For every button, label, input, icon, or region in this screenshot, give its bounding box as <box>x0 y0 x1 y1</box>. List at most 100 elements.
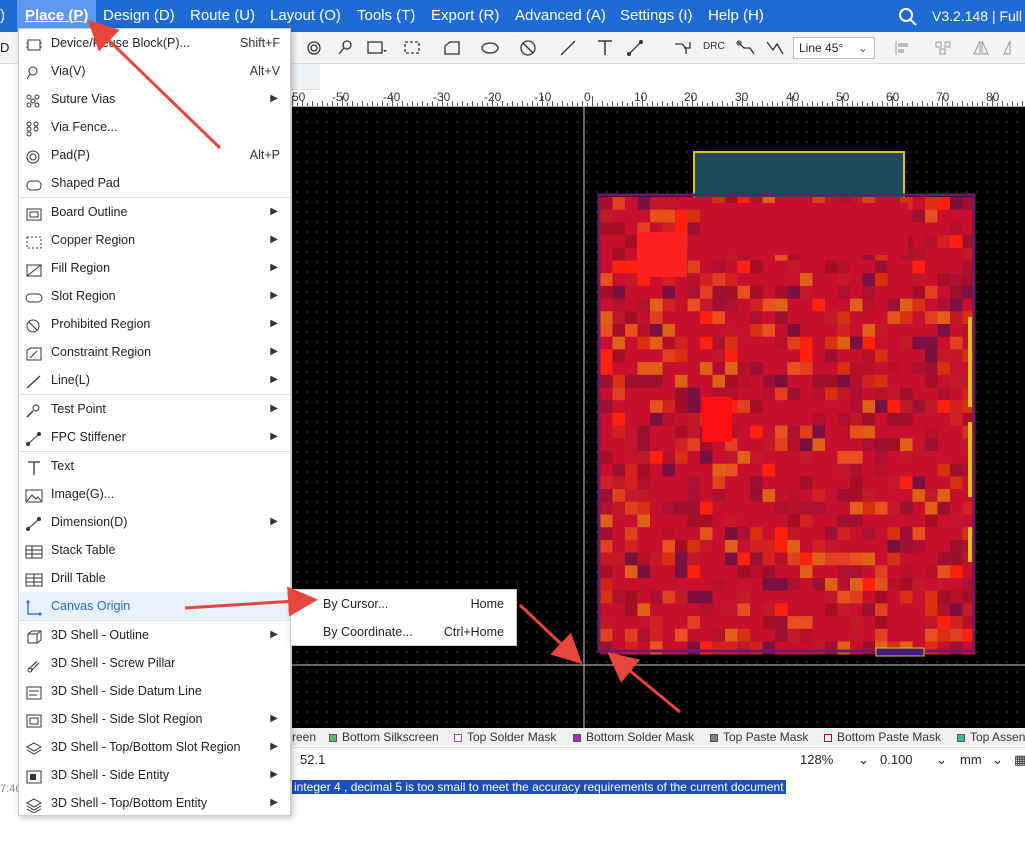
stretch-tool-icon[interactable] <box>764 38 786 58</box>
board-cell <box>650 603 663 617</box>
board-cell <box>875 425 888 439</box>
menu-export[interactable]: Export (R) <box>431 0 499 32</box>
board-cell <box>775 362 788 376</box>
board-cell <box>925 616 938 630</box>
grid-toggle-icon[interactable]: ▦ <box>1014 751 1025 769</box>
menu-advanced[interactable]: Advanced (A) <box>515 0 606 32</box>
side-entity-icon <box>25 767 43 784</box>
rect-tool-icon[interactable] <box>365 38 387 58</box>
menu-settings[interactable]: Settings (I) <box>620 0 693 32</box>
menu-item-topbottom-slot-region[interactable]: 3D Shell - Top/Bottom Slot Region ▶ <box>19 733 290 761</box>
menu-item-fill-region[interactable]: Fill Region ▶ <box>19 254 290 282</box>
board-cell <box>850 463 863 477</box>
submenu-by-cursor[interactable]: By Cursor... Home <box>291 590 516 618</box>
board-cell <box>712 298 726 312</box>
pin-tool-icon[interactable] <box>334 38 356 58</box>
align-tool-icon[interactable] <box>893 38 915 58</box>
dashed-rect-tool-icon[interactable] <box>402 38 424 58</box>
menu-item-shaped-pad[interactable]: Shaped Pad <box>19 169 290 197</box>
drc-button[interactable]: DRC <box>703 41 725 52</box>
ruler-tick <box>472 101 473 106</box>
ruler-tick <box>352 101 353 106</box>
board-cell <box>600 387 613 401</box>
board-cell <box>625 489 638 503</box>
board-cell <box>800 603 813 617</box>
log-message[interactable]: integer 4 , decimal 5 is too small to me… <box>292 780 786 794</box>
board-cell <box>912 527 926 541</box>
menu-item-shell-outline[interactable]: 3D Shell - Outline ▶ <box>19 621 290 649</box>
board-cell <box>937 349 951 363</box>
menu-item-prohibited-region[interactable]: Prohibited Region ▶ <box>19 310 290 338</box>
board-cell <box>625 501 638 515</box>
mirror-tool-icon[interactable] <box>970 38 992 58</box>
menu-item-side-entity[interactable]: 3D Shell - Side Entity ▶ <box>19 761 290 789</box>
menu-item-dimension[interactable]: Dimension(D) ▶ <box>19 508 290 536</box>
board-cell <box>837 628 851 642</box>
board-cell <box>825 260 838 274</box>
route-tool-icon[interactable] <box>672 38 694 58</box>
menu-item-image[interactable]: Image(G)... <box>19 480 290 508</box>
menu-item-constraint-region[interactable]: Constraint Region ▶ <box>19 338 290 366</box>
board-cell <box>937 552 951 566</box>
layer-item[interactable]: Top Paste Mask <box>710 730 808 744</box>
menu-item-side-slot-region[interactable]: 3D Shell - Side Slot Region ▶ <box>19 705 290 733</box>
layer-swatch <box>824 733 832 742</box>
menu-item-screw-pillar[interactable]: 3D Shell - Screw Pillar <box>19 649 290 677</box>
submenu-by-coordinate[interactable]: By Coordinate... Ctrl+Home <box>291 618 516 646</box>
layer-item[interactable]: Bottom Silkscreen <box>329 730 439 744</box>
arc-tool-icon[interactable] <box>303 38 325 58</box>
menu-item-via[interactable]: Via(V) Alt+V <box>19 57 290 85</box>
menu-item-device[interactable]: Device/Reuse Block(P)... Shift+F <box>19 29 290 57</box>
menu-item-board-outline[interactable]: Board Outline ▶ <box>19 198 290 226</box>
board-cell <box>625 349 638 363</box>
menu-item-fpc-stiffener[interactable]: FPC Stiffener ▶ <box>19 423 290 451</box>
flip-tool-icon[interactable] <box>1000 38 1022 58</box>
menu-item-drill-table[interactable]: Drill Table <box>19 564 290 592</box>
menu-prev-clipped[interactable]: ) <box>0 0 5 32</box>
polygon-tool-icon[interactable] <box>442 38 464 58</box>
board-cell <box>812 387 826 401</box>
menu-item-canvas-origin[interactable]: Canvas Origin <box>19 592 290 620</box>
coordinate-readout: 52.1 <box>300 752 326 767</box>
layer-item[interactable]: Bottom Solder Mask <box>573 730 694 744</box>
layer-item[interactable]: reen <box>292 730 316 744</box>
board-cell <box>950 285 963 299</box>
menu-item-suture-vias[interactable]: Suture Vias ▶ <box>19 85 290 113</box>
ellipse-tool-icon[interactable] <box>480 38 502 58</box>
text-tool-icon[interactable] <box>594 38 616 58</box>
grid-size-select[interactable]: 0.100 ⌄ <box>880 751 950 769</box>
menu-item-label: Prohibited Region <box>51 317 151 331</box>
zoom-select[interactable]: 128% ⌄ <box>800 751 870 769</box>
toolbar-clipped-label: D <box>0 40 10 55</box>
board-cell <box>900 552 913 566</box>
line-mode-select[interactable]: Line 45° ⌄ <box>793 37 875 59</box>
layer-item[interactable]: Bottom Paste Mask <box>824 730 941 744</box>
unit-select[interactable]: mm ⌄ <box>960 751 1010 769</box>
submenu-arrow-icon: ▶ <box>270 206 278 217</box>
menu-item-pad[interactable]: Pad(P) Alt+P <box>19 141 290 169</box>
menu-help[interactable]: Help (H) <box>708 0 764 32</box>
menu-item-stack-table[interactable]: Stack Table <box>19 536 290 564</box>
board-cell <box>662 336 676 350</box>
menu-item-side-datum-line[interactable]: 3D Shell - Side Datum Line <box>19 677 290 705</box>
menu-item-copper-region[interactable]: Copper Region ▶ <box>19 226 290 254</box>
menu-item-text[interactable]: Text <box>19 452 290 480</box>
search-icon[interactable] <box>898 7 918 27</box>
layer-bar: reen Bottom Silkscreen Top Solder Mask B… <box>292 728 1025 746</box>
dimension-tool-icon[interactable] <box>625 38 647 58</box>
ruler-tick <box>372 101 373 106</box>
line-tool-icon[interactable] <box>558 38 580 58</box>
menu-item-line[interactable]: Line(L) ▶ <box>19 366 290 394</box>
diff-pair-tool-icon[interactable] <box>735 38 757 58</box>
board-cell <box>862 273 876 287</box>
menu-item-topbottom-entity[interactable]: 3D Shell - Top/Bottom Entity ▶ <box>19 789 290 817</box>
distribute-tool-icon[interactable] <box>933 38 955 58</box>
menu-item-test-point[interactable]: Test Point ▶ <box>19 395 290 423</box>
board-cell <box>675 514 688 528</box>
menu-tools[interactable]: Tools (T) <box>357 0 415 32</box>
menu-item-slot-region[interactable]: Slot Region ▶ <box>19 282 290 310</box>
menu-item-via-fence[interactable]: Via Fence... <box>19 113 290 141</box>
layer-item[interactable]: Top Solder Mask <box>454 730 556 744</box>
prohibit-tool-icon[interactable] <box>518 38 540 58</box>
layer-item[interactable]: Top Assen <box>957 730 1025 744</box>
